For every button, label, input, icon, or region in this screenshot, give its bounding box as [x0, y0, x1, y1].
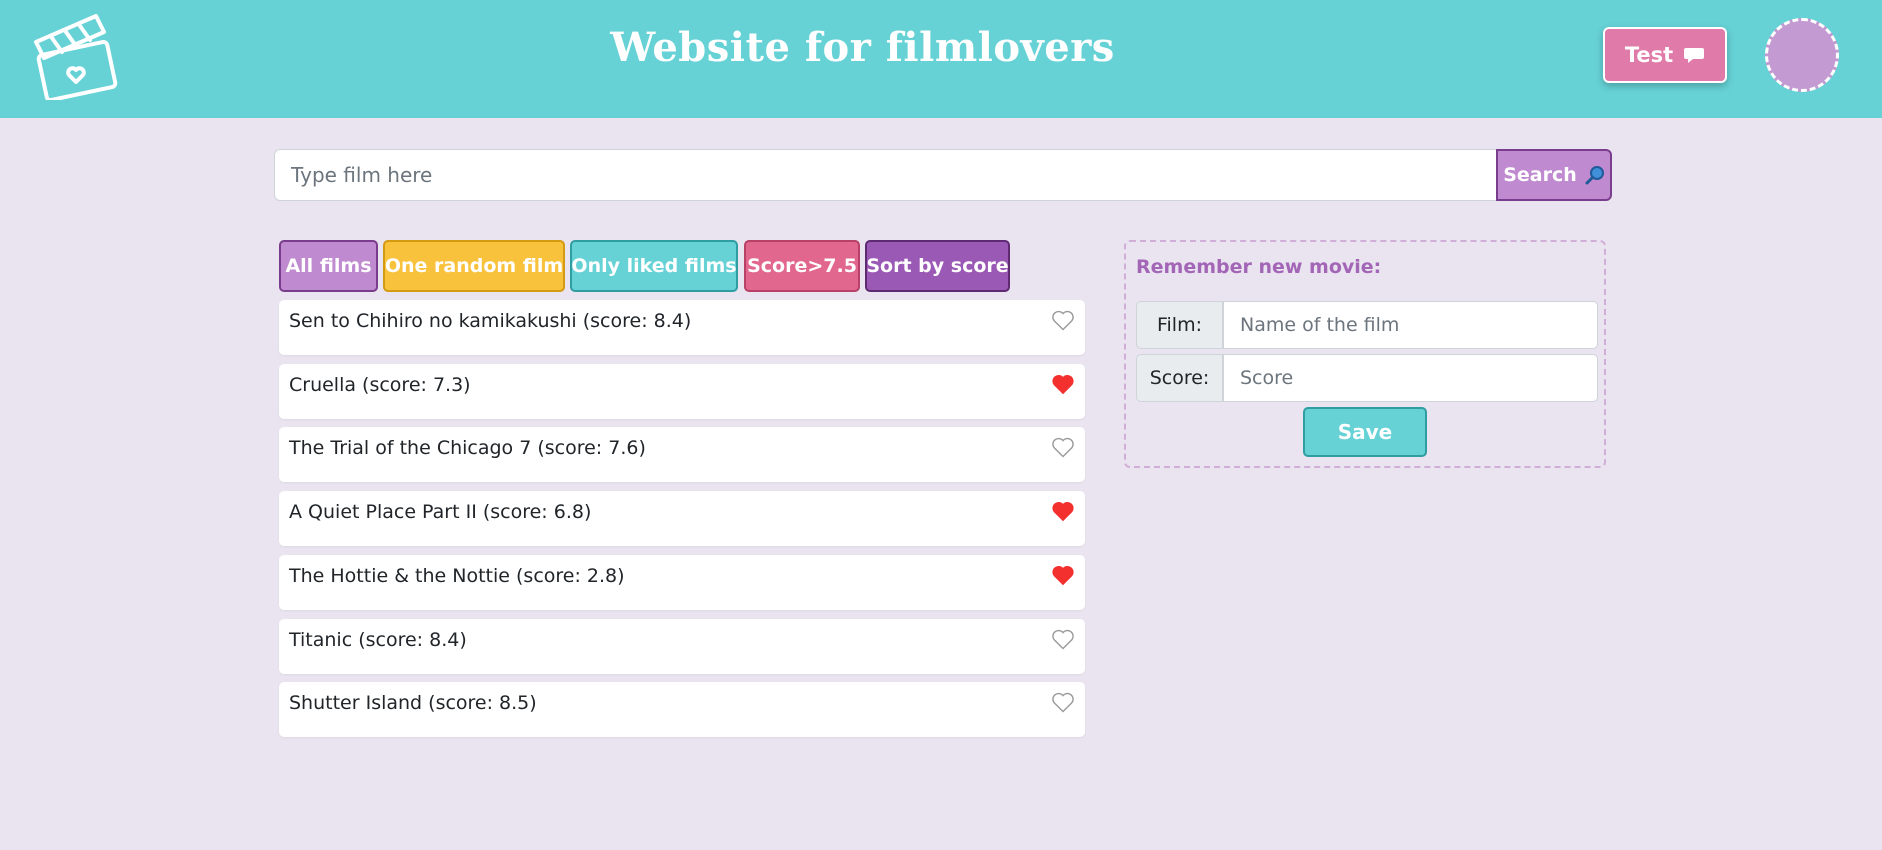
- search-input[interactable]: [274, 149, 1496, 201]
- all-films-button[interactable]: All films: [279, 240, 378, 292]
- film-title: Cruella (score: 7.3): [289, 374, 471, 396]
- site-title: Website for filmlovers: [610, 24, 1115, 71]
- score-label: Score:: [1136, 354, 1223, 402]
- film-title: Shutter Island (score: 8.5): [289, 692, 537, 714]
- test-button[interactable]: Test: [1603, 27, 1727, 83]
- heart-icon[interactable]: [1051, 309, 1075, 331]
- random-film-button[interactable]: One random film: [383, 240, 565, 292]
- film-row: Cruella (score: 7.3): [279, 364, 1085, 419]
- film-row: The Hottie & the Nottie (score: 2.8): [279, 555, 1085, 610]
- film-row: Sen to Chihiro no kamikakushi (score: 8.…: [279, 300, 1085, 355]
- heart-icon[interactable]: [1051, 691, 1075, 713]
- film-row: A Quiet Place Part II (score: 6.8): [279, 491, 1085, 546]
- heart-icon[interactable]: [1051, 564, 1075, 586]
- top-navbar: Website for filmlovers Test: [0, 0, 1882, 118]
- speech-bubble-icon: [1684, 48, 1705, 63]
- heart-icon[interactable]: [1051, 436, 1075, 458]
- heart-icon[interactable]: [1051, 373, 1075, 395]
- film-title: The Hottie & the Nottie (score: 2.8): [289, 565, 625, 587]
- film-title: Titanic (score: 8.4): [289, 629, 467, 651]
- sort-by-score-button[interactable]: Sort by score: [865, 240, 1010, 292]
- save-button[interactable]: Save: [1303, 407, 1427, 457]
- magnifier-icon: [1585, 166, 1604, 185]
- film-label: Film:: [1136, 301, 1223, 349]
- film-name-input[interactable]: [1223, 301, 1598, 349]
- heart-icon[interactable]: [1051, 500, 1075, 522]
- liked-films-button[interactable]: Only liked films: [570, 240, 738, 292]
- panel-title: Remember new movie:: [1136, 256, 1382, 278]
- test-button-label: Test: [1624, 43, 1674, 67]
- film-row: Titanic (score: 8.4): [279, 619, 1085, 674]
- film-title: Sen to Chihiro no kamikakushi (score: 8.…: [289, 310, 692, 332]
- user-avatar[interactable]: [1765, 18, 1839, 92]
- film-field-group: Film:: [1136, 301, 1598, 349]
- score-field-group: Score:: [1136, 354, 1598, 402]
- film-title: A Quiet Place Part II (score: 6.8): [289, 501, 592, 523]
- film-row: The Trial of the Chicago 7 (score: 7.6): [279, 427, 1085, 482]
- film-row: Shutter Island (score: 8.5): [279, 682, 1085, 737]
- heart-icon[interactable]: [1051, 628, 1075, 650]
- search-button-label: Search: [1503, 164, 1577, 186]
- new-movie-panel: Remember new movie: Film: Score: Save: [1124, 240, 1606, 468]
- score-filter-button[interactable]: Score>7.5: [744, 240, 860, 292]
- film-title: The Trial of the Chicago 7 (score: 7.6): [289, 437, 646, 459]
- search-button[interactable]: Search: [1496, 149, 1612, 201]
- score-input[interactable]: [1223, 354, 1598, 402]
- search-bar: Search: [274, 149, 1612, 201]
